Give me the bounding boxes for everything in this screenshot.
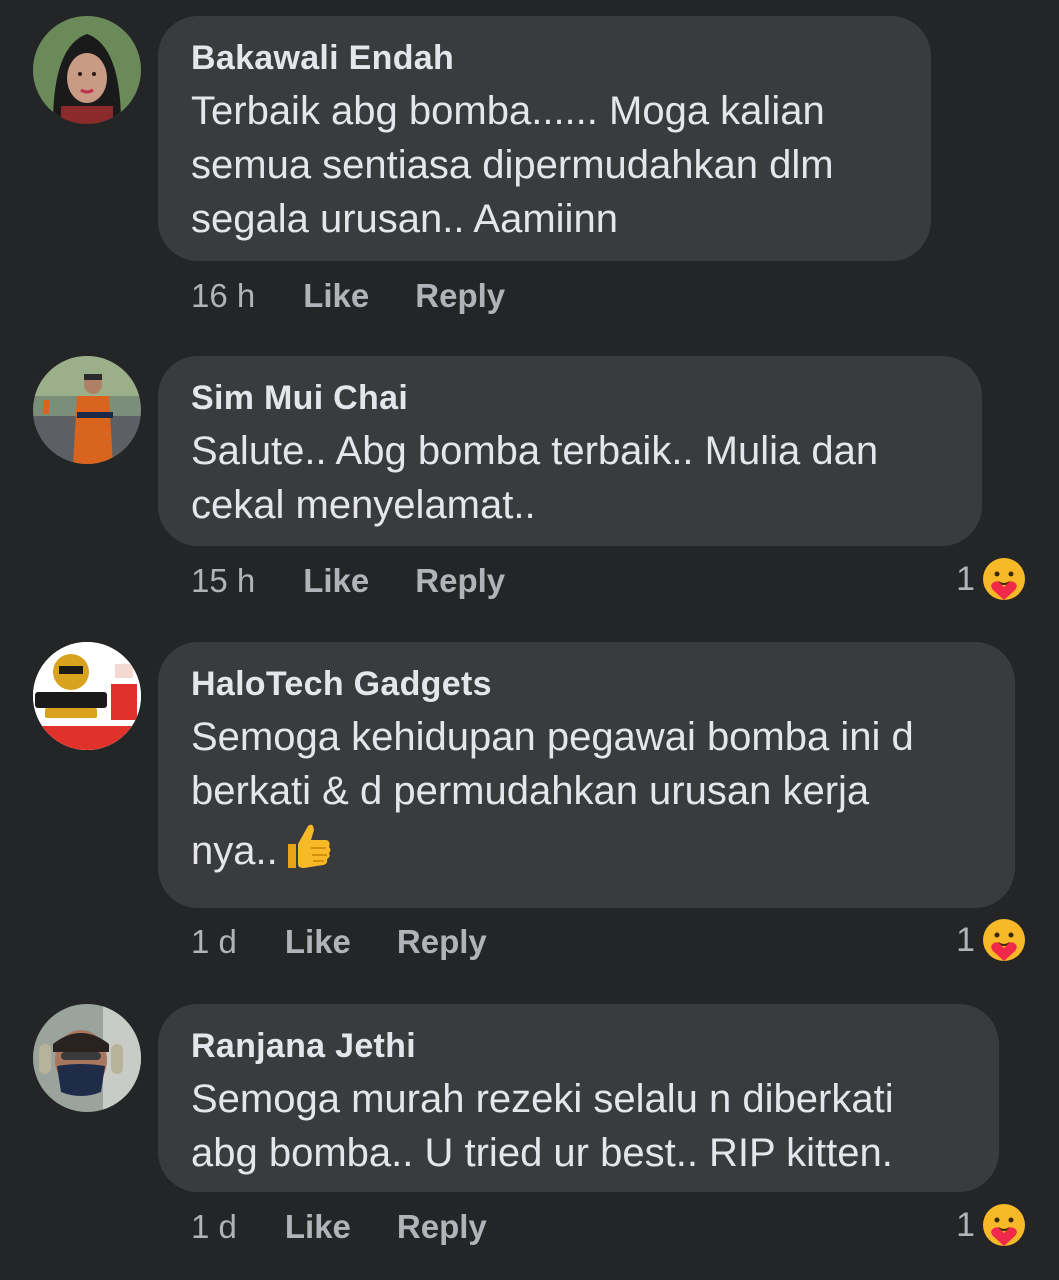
- avatar-photo: [33, 1004, 141, 1112]
- reaction-summary[interactable]: 1: [956, 917, 1027, 963]
- comment-author[interactable]: Sim Mui Chai: [191, 378, 950, 418]
- reaction-count: 1: [956, 1205, 975, 1244]
- comment-bubble: Ranjana Jethi Semoga murah rezeki selalu…: [158, 1004, 999, 1192]
- comment-bubble: Bakawali Endah Terbaik abg bomba...... M…: [158, 16, 931, 261]
- thumbs-up-icon: [280, 818, 334, 886]
- reaction-summary[interactable]: 1: [956, 1202, 1027, 1248]
- comment-author[interactable]: Bakawali Endah: [191, 38, 899, 78]
- comment-author[interactable]: Ranjana Jethi: [191, 1026, 967, 1066]
- comment-actions: 1 d Like Reply: [191, 1208, 487, 1246]
- reply-button[interactable]: Reply: [397, 923, 487, 961]
- comment-item: Bakawali Endah Terbaik abg bomba...... M…: [0, 0, 1059, 330]
- care-reaction-icon: [981, 556, 1027, 602]
- comment-author[interactable]: HaloTech Gadgets: [191, 664, 983, 704]
- comment-text: Semoga murah rezeki selalu n diberkati a…: [191, 1077, 894, 1175]
- like-button[interactable]: Like: [303, 562, 369, 600]
- like-button[interactable]: Like: [285, 1208, 351, 1246]
- comment-text: Terbaik abg bomba...... Moga kalian semu…: [191, 89, 834, 241]
- comment-actions: 1 d Like Reply: [191, 923, 487, 961]
- care-reaction-icon: [981, 1202, 1027, 1248]
- avatar-photo: [33, 356, 141, 464]
- reaction-count: 1: [956, 559, 975, 598]
- avatar[interactable]: [33, 1004, 141, 1112]
- comment-bubble: Sim Mui Chai Salute.. Abg bomba terbaik.…: [158, 356, 982, 546]
- care-reaction-icon: [981, 917, 1027, 963]
- like-button[interactable]: Like: [303, 277, 369, 315]
- reply-button[interactable]: Reply: [415, 562, 505, 600]
- reaction-summary[interactable]: 1: [956, 556, 1027, 602]
- comment-bubble: HaloTech Gadgets Semoga kehidupan pegawa…: [158, 642, 1015, 908]
- avatar[interactable]: [33, 356, 141, 464]
- reply-button[interactable]: Reply: [397, 1208, 487, 1246]
- avatar-photo: [33, 16, 141, 124]
- halotech-logo: [33, 642, 141, 750]
- comment-text: Salute.. Abg bomba terbaik.. Mulia dan c…: [191, 429, 879, 527]
- comment-text: Semoga kehidupan pegawai bomba ini d ber…: [191, 710, 983, 886]
- reaction-count: 1: [956, 920, 975, 959]
- comment-actions: 16 h Like Reply: [191, 277, 505, 315]
- comment-timestamp[interactable]: 1 d: [191, 1208, 237, 1246]
- avatar[interactable]: [33, 642, 141, 750]
- comment-timestamp[interactable]: 16 h: [191, 277, 255, 315]
- like-button[interactable]: Like: [285, 923, 351, 961]
- comment-actions: 15 h Like Reply: [191, 562, 505, 600]
- reply-button[interactable]: Reply: [415, 277, 505, 315]
- comment-timestamp[interactable]: 1 d: [191, 923, 237, 961]
- comment-timestamp[interactable]: 15 h: [191, 562, 255, 600]
- avatar[interactable]: [33, 16, 141, 124]
